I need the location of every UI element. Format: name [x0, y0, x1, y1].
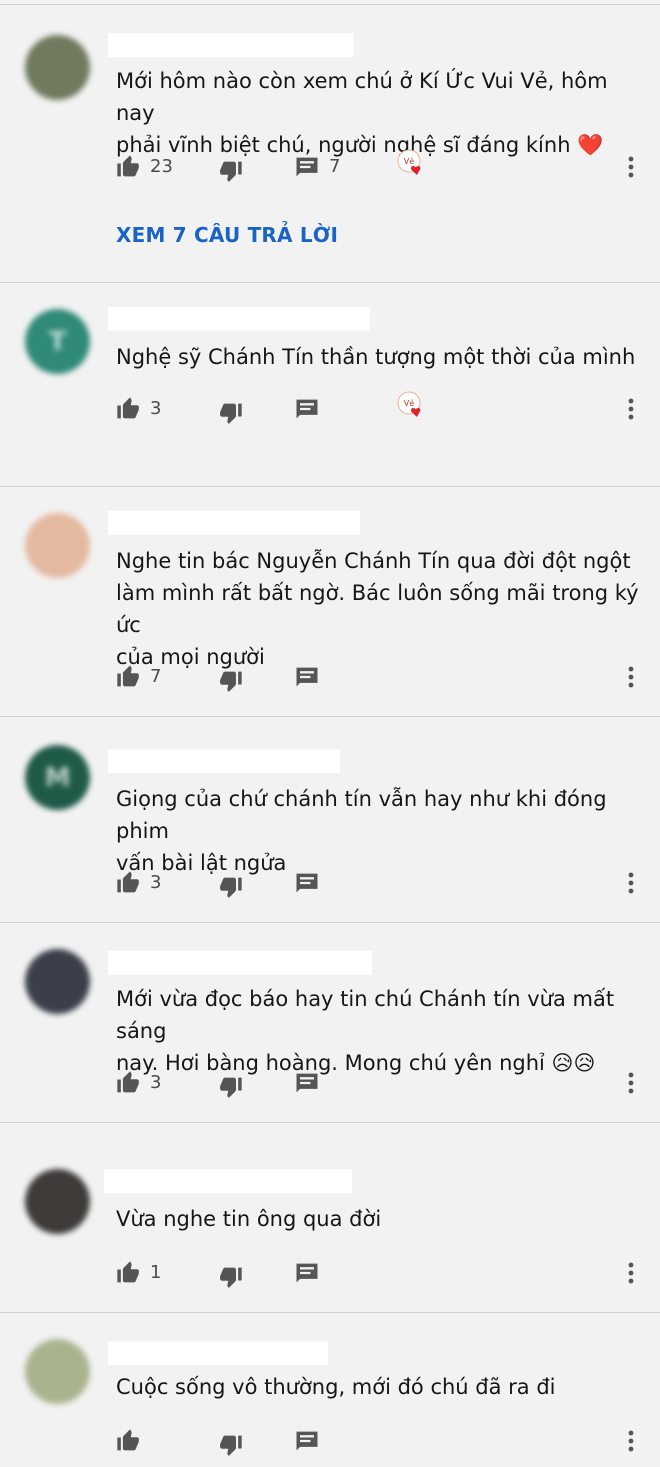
comment-text: Cuộc sống vô thường, mới đó chú đã ra đi — [116, 1375, 556, 1399]
reply-icon[interactable] — [293, 395, 321, 423]
avatar-letter: M — [44, 762, 71, 793]
reply-icon[interactable] — [293, 1069, 321, 1097]
author-name-redacted[interactable] — [104, 1169, 352, 1193]
author-name-redacted[interactable] — [108, 33, 354, 57]
avatar[interactable] — [25, 1339, 90, 1404]
thumbs-down-icon[interactable] — [216, 1263, 244, 1291]
comment-actions: 1 — [0, 1259, 660, 1293]
thumbs-up-icon[interactable] — [115, 395, 143, 423]
thumbs-down-icon[interactable] — [216, 873, 244, 901]
like-count: 7 — [150, 666, 162, 687]
creator-heart-icon: Vẻ — [395, 147, 429, 181]
svg-text:Vẻ: Vẻ — [404, 156, 414, 166]
author-name-redacted[interactable] — [108, 951, 372, 975]
comment-actions: 3 — [0, 1069, 660, 1103]
like-count: 3 — [150, 398, 162, 419]
svg-text:Vẻ: Vẻ — [404, 398, 414, 408]
comment-text: Vừa nghe tin ông qua đời — [116, 1207, 382, 1231]
author-name-redacted[interactable] — [108, 307, 370, 331]
comment-item: Mới hôm nào còn xem chú ở Kí Ức Vui Vẻ, … — [0, 4, 660, 282]
thumbs-down-icon[interactable] — [216, 399, 244, 427]
avatar-letter: T — [48, 326, 67, 357]
thumbs-up-icon[interactable] — [115, 869, 143, 897]
comment-text: Giọng của chứ chánh tín vẫn hay như khi … — [116, 787, 607, 875]
comment-item: Vừa nghe tin ông qua đời 1 — [0, 1122, 660, 1312]
author-name-redacted[interactable] — [108, 511, 360, 535]
thumbs-up-icon[interactable] — [115, 1259, 143, 1287]
more-options-icon[interactable] — [620, 153, 642, 181]
thumbs-up-icon[interactable] — [115, 663, 143, 691]
author-name-redacted[interactable] — [108, 1341, 328, 1365]
comment-text: Nghệ sỹ Chánh Tín thần tượng một thời củ… — [116, 345, 636, 369]
reply-icon[interactable] — [293, 663, 321, 691]
comment-item: Nghe tin bác Nguyễn Chánh Tín qua đời độ… — [0, 486, 660, 716]
comment-text: Mới vừa đọc báo hay tin chú Chánh tín vừ… — [116, 987, 615, 1075]
thumbs-down-icon[interactable] — [216, 1073, 244, 1101]
like-count: 3 — [150, 872, 162, 893]
comment-text: Mới hôm nào còn xem chú ở Kí Ức Vui Vẻ, … — [116, 69, 608, 157]
reply-icon[interactable] — [293, 1427, 321, 1455]
comment-actions — [0, 1427, 660, 1461]
more-options-icon[interactable] — [620, 663, 642, 691]
thumbs-down-icon[interactable] — [216, 1431, 244, 1459]
view-replies-link[interactable]: XEM 7 CÂU TRẢ LỜI — [116, 223, 338, 247]
reply-count: 7 — [329, 156, 341, 177]
comment-text: Nghe tin bác Nguyễn Chánh Tín qua đời độ… — [116, 549, 639, 669]
comment-item: M Giọng của chứ chánh tín vẫn hay như kh… — [0, 716, 660, 922]
more-options-icon[interactable] — [620, 395, 642, 423]
comment-item: Cuộc sống vô thường, mới đó chú đã ra đi — [0, 1312, 660, 1467]
more-options-icon[interactable] — [620, 1259, 642, 1287]
reply-icon[interactable] — [293, 153, 321, 181]
reply-icon[interactable] — [293, 1259, 321, 1287]
thumbs-up-icon[interactable] — [115, 153, 143, 181]
avatar[interactable] — [25, 949, 90, 1014]
comment-item: T Nghệ sỹ Chánh Tín thần tượng một thời … — [0, 282, 660, 486]
more-options-icon[interactable] — [620, 869, 642, 897]
comment-actions: 23 7 Vẻ — [0, 149, 660, 187]
like-count: 1 — [150, 1262, 162, 1283]
thumbs-down-icon[interactable] — [216, 667, 244, 695]
like-count: 3 — [150, 1072, 162, 1093]
comment-actions: 7 — [0, 663, 660, 697]
thumbs-up-icon[interactable] — [115, 1069, 143, 1097]
comment-actions: 3 — [0, 869, 660, 903]
comment-item: Mới vừa đọc báo hay tin chú Chánh tín vừ… — [0, 922, 660, 1122]
more-options-icon[interactable] — [620, 1427, 642, 1455]
avatar[interactable]: M — [25, 745, 90, 810]
thumbs-down-icon[interactable] — [216, 157, 244, 185]
avatar[interactable] — [25, 1169, 90, 1234]
more-options-icon[interactable] — [620, 1069, 642, 1097]
comments-feed: Mới hôm nào còn xem chú ở Kí Ức Vui Vẻ, … — [0, 0, 660, 1467]
avatar[interactable]: T — [25, 309, 90, 374]
thumbs-up-icon[interactable] — [115, 1427, 143, 1455]
avatar[interactable] — [25, 35, 90, 100]
creator-heart-icon: Vẻ — [395, 389, 429, 423]
like-count: 23 — [150, 156, 173, 177]
reply-icon[interactable] — [293, 869, 321, 897]
author-name-redacted[interactable] — [108, 749, 340, 773]
comment-actions: 3 Vẻ — [0, 391, 660, 429]
avatar[interactable] — [25, 513, 90, 578]
